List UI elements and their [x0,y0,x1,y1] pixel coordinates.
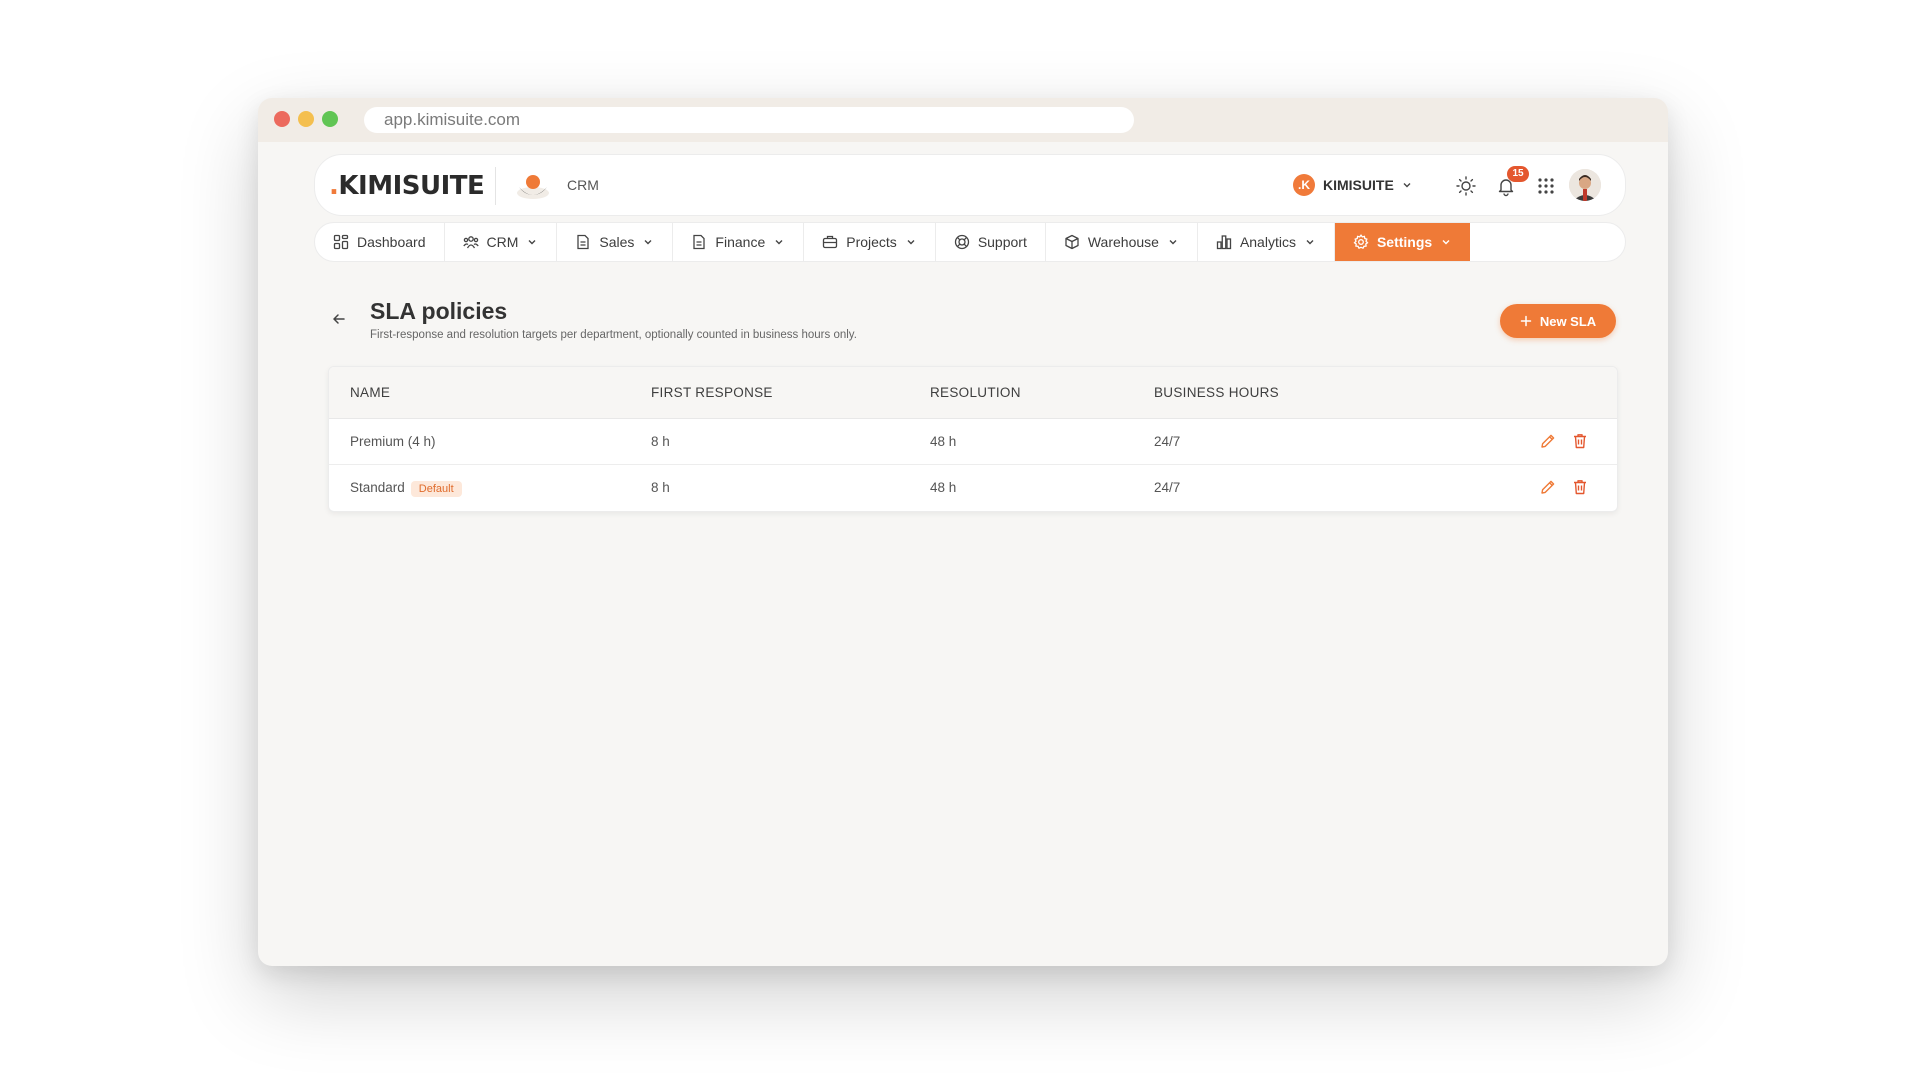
edit-pencil-icon[interactable] [1539,478,1557,496]
resolution-value: 48 h [930,434,957,449]
close-window-button[interactable] [274,111,290,127]
chevron-down-icon [1403,183,1411,188]
bar-chart-icon [1216,235,1232,250]
table-header: NAME FIRST RESPONSE RESOLUTION BUSINESS … [329,367,1617,419]
page-subtitle: First-response and resolution targets pe… [370,329,857,341]
nav-label: Dashboard [357,234,426,250]
browser-titlebar: app.kimisuite.com [258,98,1668,142]
delete-trash-icon[interactable] [1571,478,1589,496]
module-label: CRM [567,177,599,193]
chevron-down-icon [1169,240,1177,245]
business-hours-value: 24/7 [1154,480,1181,495]
document-icon [577,234,590,250]
policy-name-cell: Standard Default [350,480,462,497]
business-hours-value: 24/7 [1154,434,1181,449]
crm-module-icon[interactable] [515,169,551,205]
default-badge: Default [410,481,462,497]
sla-policies-table: NAME FIRST RESPONSE RESOLUTION BUSINESS … [328,366,1618,512]
nav-warehouse[interactable]: Warehouse [1046,223,1198,261]
plus-icon [1520,315,1532,327]
theme-toggle-sun-icon[interactable] [1455,175,1477,197]
logo-text: KIMISUITE [338,171,485,201]
user-avatar[interactable] [1569,169,1601,201]
browser-window: app.kimisuite.com .KIMISUITE CRM .K KIMI… [258,98,1668,966]
nav-label: Warehouse [1087,234,1159,250]
chevron-down-icon [1306,240,1314,245]
nav-label: Analytics [1239,234,1296,250]
app-logo[interactable]: .KIMISUITE [329,171,485,201]
org-name: KIMISUITE [1323,177,1394,193]
apps-grid-icon[interactable] [1535,175,1557,197]
main-navigation: Dashboard CRM Sales Finance Projects Sup… [314,222,1626,262]
chevron-down-icon [1442,240,1450,245]
nav-finance[interactable]: Finance [673,223,805,261]
org-avatar: .K [1293,174,1315,196]
chevron-down-icon [644,240,652,245]
nav-sales[interactable]: Sales [557,223,674,261]
gear-icon [1353,234,1369,250]
policy-name: Premium (4 h) [350,434,436,449]
header-divider [495,167,496,205]
nav-crm[interactable]: CRM [445,223,558,261]
delete-trash-icon[interactable] [1571,432,1589,450]
users-icon [462,236,479,249]
organization-switcher[interactable]: .K KIMISUITE [1293,174,1412,196]
policy-name: Standard [350,480,405,495]
document-icon [693,234,706,250]
box-icon [1065,234,1079,250]
nav-label: CRM [486,234,519,250]
lifebuoy-icon [954,234,969,250]
first-response-value: 8 h [651,480,670,495]
nav-projects[interactable]: Projects [804,223,936,261]
table-row[interactable]: Premium (4 h) 8 h 48 h 24/7 [329,419,1617,465]
column-header-name[interactable]: NAME [350,385,390,400]
column-header-resolution[interactable]: RESOLUTION [930,385,1021,400]
nav-label: Sales [599,234,635,250]
first-response-value: 8 h [651,434,670,449]
new-sla-label: New SLA [1539,313,1597,329]
grid-icon [333,234,349,250]
nav-label: Settings [1376,234,1433,250]
logo-dot: . [329,171,339,201]
column-header-business-hours[interactable]: BUSINESS HOURS [1154,385,1279,400]
nav-label: Projects [846,234,897,250]
minimize-window-button[interactable] [298,111,314,127]
chevron-down-icon [907,240,915,245]
page-title: SLA policies [370,298,508,324]
table-row[interactable]: Standard Default 8 h 48 h 24/7 [329,465,1617,511]
nav-support[interactable]: Support [936,223,1046,261]
nav-analytics[interactable]: Analytics [1198,223,1335,261]
url-bar[interactable]: app.kimisuite.com [364,107,1134,133]
nav-dashboard[interactable]: Dashboard [315,223,445,261]
new-sla-button[interactable]: New SLA [1500,304,1616,338]
nav-label: Support [977,234,1027,250]
chevron-down-icon [528,240,536,245]
nav-settings[interactable]: Settings [1334,223,1471,261]
chevron-down-icon [775,240,783,245]
briefcase-icon [823,235,838,249]
edit-pencil-icon[interactable] [1539,432,1557,450]
resolution-value: 48 h [930,480,957,495]
app-header: .KIMISUITE CRM .K KIMISUITE 15 [314,154,1626,216]
maximize-window-button[interactable] [322,111,338,127]
column-header-first-response[interactable]: FIRST RESPONSE [651,385,773,400]
notification-count-badge: 15 [1507,166,1529,182]
back-arrow-icon[interactable] [330,310,348,328]
nav-label: Finance [715,234,766,250]
